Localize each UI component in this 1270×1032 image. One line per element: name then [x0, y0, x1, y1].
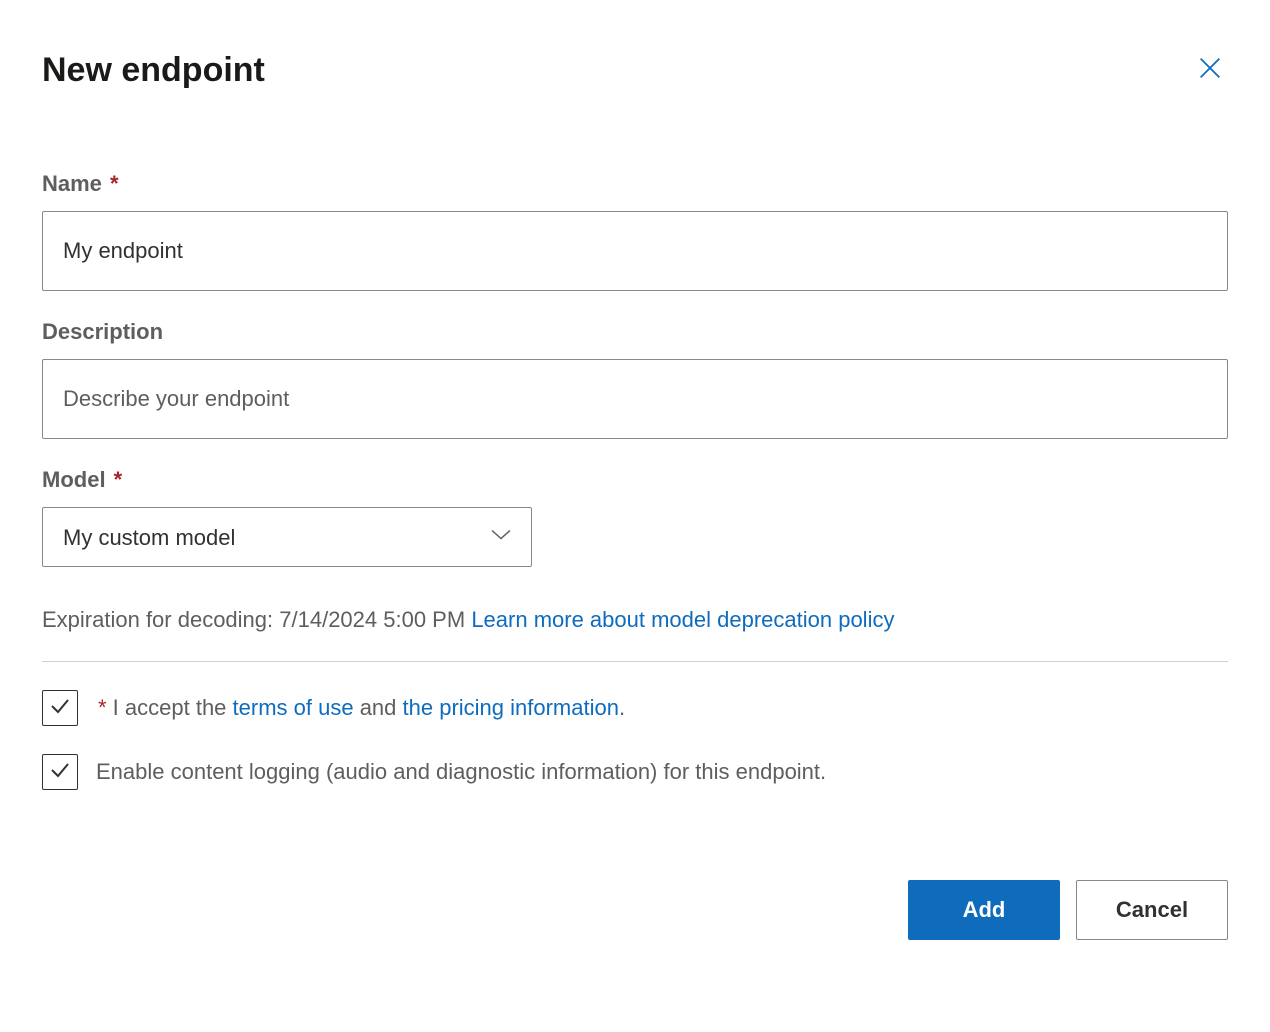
terms-label: * I accept the terms of use and the pric…: [96, 695, 625, 721]
required-asterisk: *: [108, 467, 123, 492]
logging-checkbox[interactable]: [42, 754, 78, 790]
name-label: Name *: [42, 171, 1228, 197]
pricing-info-link[interactable]: the pricing information: [403, 695, 619, 720]
close-button[interactable]: [1192, 50, 1228, 91]
cancel-button[interactable]: Cancel: [1076, 880, 1228, 940]
add-button[interactable]: Add: [908, 880, 1060, 940]
name-input[interactable]: [42, 211, 1228, 291]
terms-of-use-link[interactable]: terms of use: [233, 695, 354, 720]
close-icon: [1196, 69, 1224, 86]
required-asterisk: *: [104, 171, 119, 196]
check-icon: [48, 758, 72, 787]
model-label: Model *: [42, 467, 1228, 493]
logging-label: Enable content logging (audio and diagno…: [96, 759, 826, 785]
description-label: Description: [42, 319, 1228, 345]
deprecation-policy-link[interactable]: Learn more about model deprecation polic…: [471, 607, 894, 632]
dialog-title: New endpoint: [42, 51, 265, 90]
description-input[interactable]: [42, 359, 1228, 439]
model-select[interactable]: My custom model: [42, 507, 532, 567]
expiration-text: Expiration for decoding: 7/14/2024 5:00 …: [42, 607, 1228, 662]
check-icon: [48, 694, 72, 723]
terms-checkbox[interactable]: [42, 690, 78, 726]
